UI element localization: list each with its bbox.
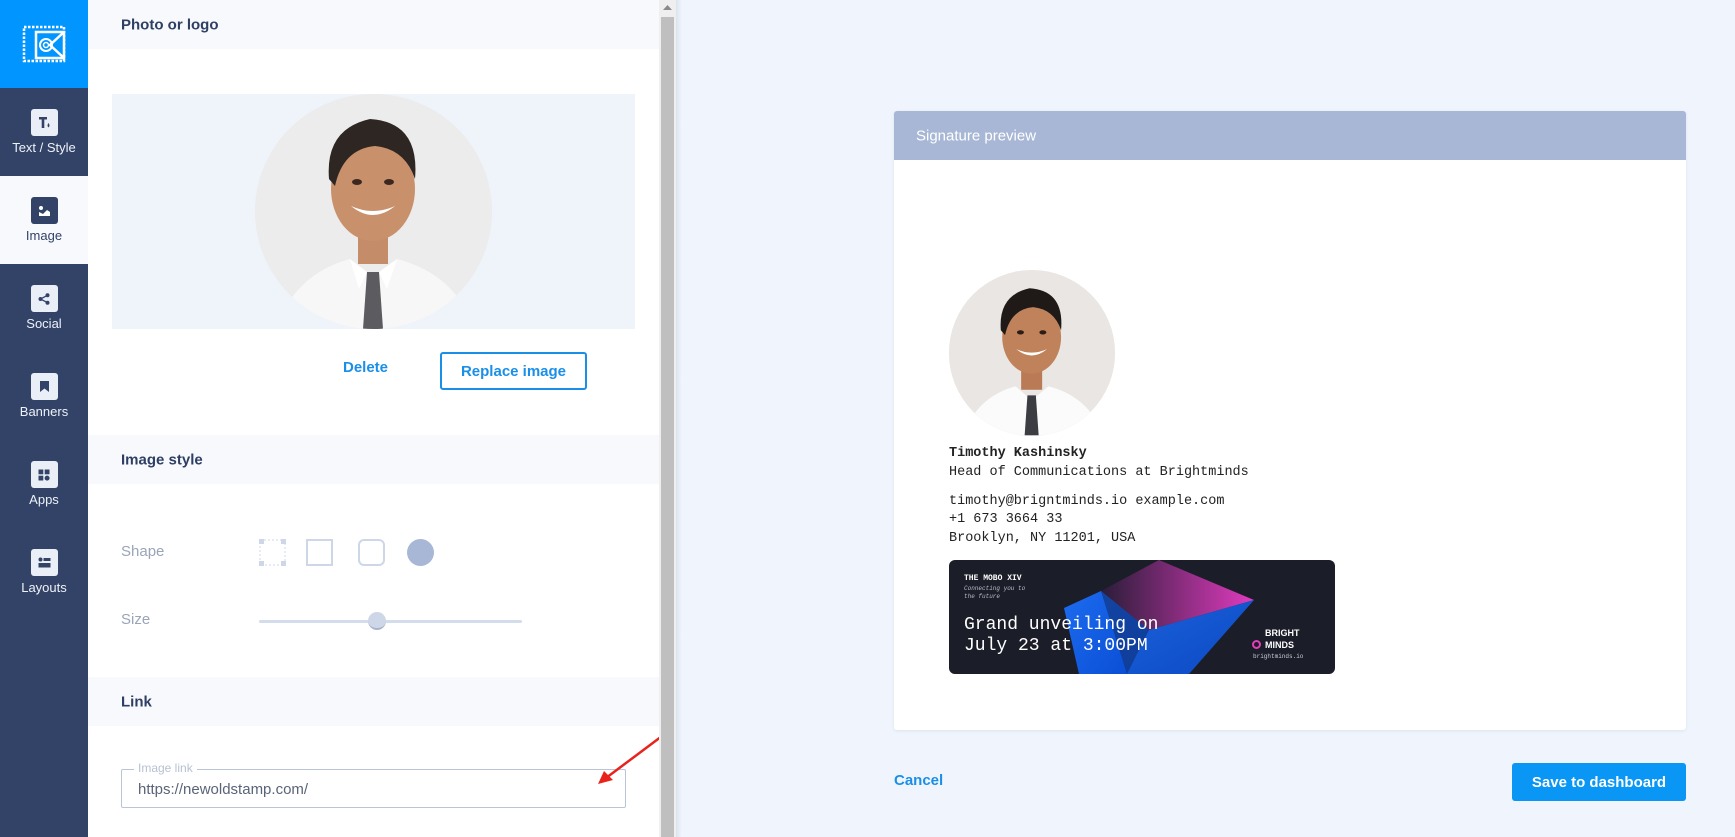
sidebar-item-label: Text / Style [12,140,76,155]
scrollbar-thumb[interactable] [661,17,674,837]
style-section-header: Image style [88,435,659,484]
shape-option-circle[interactable] [407,539,434,566]
shape-label: Shape [121,543,165,560]
banner-brand-url: brightminds.io [1253,653,1304,660]
signature-position: Head of Communications at Brightminds [949,465,1249,480]
banner-event: THE MOBO XIV [964,574,1022,583]
sidebar-item-apps[interactable]: Apps [0,440,88,528]
link-section-header: Link [88,677,659,726]
signature-address: Brooklyn, NY 11201, USA [949,531,1136,546]
save-to-dashboard-button[interactable]: Save to dashboard [1512,763,1686,801]
signature-email[interactable]: timothy@brigntminds.io example.com [949,494,1224,509]
signature-phone: +1 673 3664 33 [949,512,1063,527]
image-link-field: Image link [121,761,626,808]
replace-image-button[interactable]: Replace image [440,352,587,390]
signature-name: Timothy Kashinsky [949,446,1087,461]
sidebar-item-label: Apps [29,492,59,507]
link-section-title: Link [121,693,152,710]
sidebar-item-label: Banners [19,404,69,419]
image-editor-panel: Photo or logo Delete Replace image Image… [88,0,659,837]
photo-section-header: Photo or logo [88,0,659,49]
profile-photo [255,94,492,329]
text-style-icon [30,109,58,136]
preview-header: Signature preview [894,111,1686,160]
app-logo[interactable] [0,0,88,88]
sidebar-item-text-style[interactable]: Text / Style [0,88,88,176]
banner-headline: Grand unveiling on July 23 at 3:00PM [964,615,1158,657]
style-section-title: Image style [121,451,203,468]
stamp-envelope-icon [22,25,66,63]
bookmark-icon [30,373,58,400]
banner-headline-line-1: Grand unveiling on [964,615,1159,635]
scroll-up-arrow-icon[interactable] [659,0,676,14]
preview-title: Signature preview [916,127,1037,144]
sidebar-item-label: Layouts [21,580,67,595]
shape-option-no-crop[interactable] [259,539,286,566]
sidebar-item-banners[interactable]: Banners [0,352,88,440]
sidebar-item-social[interactable]: Social [0,264,88,352]
shape-option-square[interactable] [306,539,333,566]
delete-image-button[interactable]: Delete [343,359,388,376]
banner-brand-line-2: MINDS [1265,640,1294,650]
cancel-button[interactable]: Cancel [894,772,943,789]
signature-preview-card: Signature preview Timothy Kashinsky Head… [894,111,1686,730]
sidebar-item-image[interactable]: Image [0,176,88,264]
sidebar: Text / Style Image Social Banners Apps L… [0,0,88,837]
panel-divider [676,0,682,837]
size-label: Size [121,611,151,628]
sidebar-item-label: Social [26,316,62,331]
size-slider[interactable] [259,612,522,630]
photo-section-title: Photo or logo [121,16,219,33]
share-icon [30,285,58,312]
brand-ring-icon [1252,640,1261,649]
editor-scrollbar[interactable] [659,0,676,837]
image-link-label: Image link [134,761,197,775]
banner-headline-line-2: July 23 at 3:00PM [964,636,1148,656]
photo-upload-area[interactable] [112,94,635,329]
size-slider-thumb[interactable] [368,612,387,630]
sidebar-item-label: Image [25,228,63,243]
banner-brand-line-1: BRIGHT [1265,628,1300,638]
signature-avatar [949,270,1115,436]
image-icon [30,197,58,224]
signature-banner[interactable]: THE MOBO XIV Connecting you to the futur… [949,560,1335,674]
shape-option-rounded[interactable] [358,539,385,566]
image-link-input[interactable] [138,778,608,800]
layout-icon [30,549,58,576]
sidebar-item-layouts[interactable]: Layouts [0,528,88,616]
banner-tagline: Connecting you to the future [964,585,1026,600]
apps-grid-icon [30,461,58,488]
